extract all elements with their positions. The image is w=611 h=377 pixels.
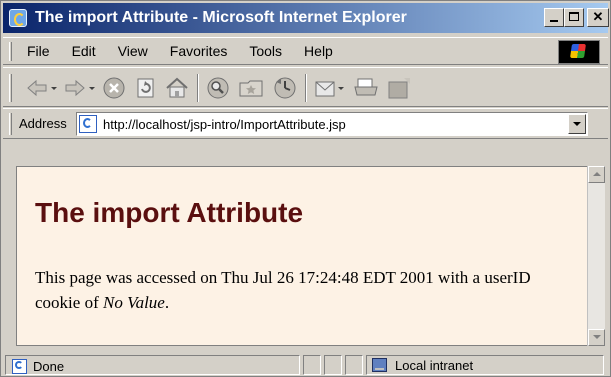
status-page-icon — [12, 359, 27, 374]
status-pane-main: Done — [5, 355, 300, 375]
home-icon[interactable] — [165, 76, 189, 100]
address-url[interactable]: http://localhost/jsp-intro/ImportAttribu… — [103, 117, 346, 132]
content-frame-left — [3, 139, 16, 353]
ie-logo-icon — [9, 9, 27, 27]
page-heading: The import Attribute — [35, 197, 304, 228]
page-paragraph: This page was accessed on Thu Jul 26 17:… — [35, 265, 575, 315]
menu-view[interactable]: View — [118, 43, 148, 59]
address-bar: Address http://localhost/jsp-intro/Impor… — [3, 108, 608, 139]
status-text: Done — [33, 359, 65, 374]
zone-pane: Local intranet — [366, 355, 604, 375]
standard-toolbar — [3, 67, 608, 107]
zone-text: Local intranet — [395, 358, 474, 373]
menu-favorites[interactable]: Favorites — [170, 43, 228, 59]
menu-grip — [9, 42, 12, 61]
windows-logo-icon — [558, 40, 600, 64]
page-content: The import Attribute This page was acces… — [16, 166, 588, 346]
local-intranet-icon — [372, 358, 387, 372]
close-button[interactable]: ✕ — [587, 8, 609, 27]
status-bar: Done Local intranet — [3, 353, 608, 376]
toolbar-grip — [9, 74, 12, 102]
status-pane — [324, 355, 342, 375]
toolbar-separator — [305, 74, 307, 102]
status-pane — [303, 355, 321, 375]
back-icon[interactable] — [25, 76, 59, 100]
menu-file[interactable]: File — [27, 43, 50, 59]
status-pane — [345, 355, 363, 375]
refresh-icon[interactable] — [134, 76, 158, 100]
menu-tools[interactable]: Tools — [249, 43, 282, 59]
vertical-scrollbar[interactable] — [587, 166, 605, 346]
toolbar-separator — [197, 74, 199, 102]
address-label: Address — [19, 116, 67, 131]
address-input[interactable]: http://localhost/jsp-intro/ImportAttribu… — [76, 112, 588, 136]
scroll-down-button[interactable] — [588, 329, 605, 346]
paragraph-end: . — [164, 293, 170, 312]
menu-edit[interactable]: Edit — [72, 43, 96, 59]
mail-icon[interactable] — [313, 76, 347, 100]
browser-window: The import Attribute - Microsoft Interne… — [0, 0, 611, 377]
page-icon — [79, 115, 97, 133]
scroll-up-button[interactable] — [588, 166, 605, 183]
menu-help[interactable]: Help — [304, 43, 333, 59]
minimize-button[interactable] — [544, 8, 564, 27]
stop-icon[interactable] — [102, 76, 126, 100]
cookie-value: No Value — [102, 293, 165, 312]
address-grip — [9, 113, 12, 135]
print-icon[interactable] — [352, 76, 380, 100]
window-title: The import Attribute - Microsoft Interne… — [35, 9, 407, 26]
forward-icon[interactable] — [63, 76, 97, 100]
favorites-icon[interactable] — [238, 76, 266, 100]
search-icon[interactable] — [206, 76, 230, 100]
address-dropdown-button[interactable] — [568, 114, 586, 134]
maximize-button[interactable] — [564, 8, 584, 27]
menu-bar: File Edit View Favorites Tools Help — [3, 37, 608, 65]
history-icon[interactable] — [273, 76, 297, 100]
title-bar[interactable]: The import Attribute - Microsoft Interne… — [3, 3, 609, 33]
edit-icon[interactable] — [386, 76, 412, 100]
